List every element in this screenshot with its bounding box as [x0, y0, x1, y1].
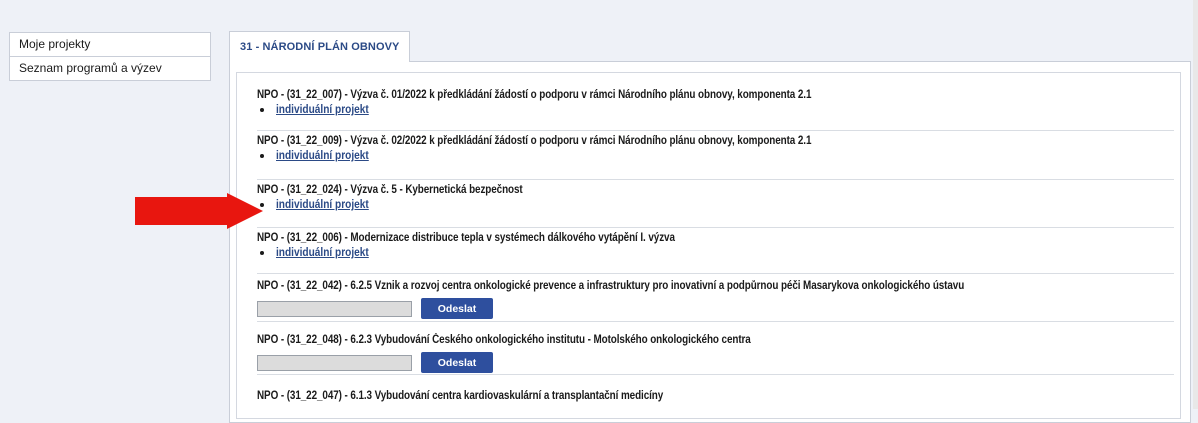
call-title: NPO - (31_22_024) - Výzva č. 5 - Kyberne…	[257, 184, 523, 196]
sidebar-item-my-projects[interactable]: Moje projekty	[10, 33, 210, 56]
send-button[interactable]: Odeslat	[421, 298, 493, 319]
call-row: NPO - (31_22_007) - Výzva č. 01/2022 k p…	[257, 89, 1174, 131]
call-row: NPO - (31_22_024) - Výzva č. 5 - Kyberne…	[257, 184, 1174, 228]
code-input[interactable]	[257, 300, 412, 317]
code-input[interactable]	[257, 354, 412, 371]
call-title: NPO - (31_22_007) - Výzva č. 01/2022 k p…	[257, 89, 812, 101]
call-title: NPO - (31_22_006) - Modernizace distribu…	[257, 232, 675, 244]
scrollbar-track[interactable]	[1193, 0, 1198, 409]
red-arrow-icon	[135, 193, 263, 229]
sidebar-item-programs-calls[interactable]: Seznam programů a výzev	[10, 56, 210, 80]
call-title: NPO - (31_22_047) - 6.1.3 Vybudování cen…	[257, 390, 664, 402]
bullet-icon	[260, 108, 264, 112]
send-button[interactable]: Odeslat	[421, 352, 493, 373]
bullet-icon	[260, 251, 264, 255]
call-row: NPO - (31_22_009) - Výzva č. 02/2022 k p…	[257, 135, 1174, 180]
individual-project-link[interactable]: individuální projekt	[276, 199, 369, 211]
call-title: NPO - (31_22_042) - 6.2.5 Vznik a rozvoj…	[257, 280, 965, 292]
call-row: NPO - (31_22_047) - 6.1.3 Vybudování cen…	[257, 390, 1174, 409]
individual-project-link[interactable]: individuální projekt	[276, 150, 369, 162]
bullet-icon	[260, 154, 264, 158]
tab-npo[interactable]: 31 - NÁRODNÍ PLÁN OBNOVY	[229, 31, 411, 62]
individual-project-link[interactable]: individuální projekt	[276, 247, 369, 259]
call-title: NPO - (31_22_009) - Výzva č. 02/2022 k p…	[257, 135, 812, 147]
call-title: NPO - (31_22_048) - 6.2.3 Vybudování Čes…	[257, 334, 751, 346]
individual-project-link[interactable]: individuální projekt	[276, 104, 369, 116]
call-row: NPO - (31_22_006) - Modernizace distribu…	[257, 232, 1174, 274]
call-row: NPO - (31_22_042) - 6.2.5 Vznik a rozvoj…	[257, 280, 1174, 322]
sidebar: Moje projekty Seznam programů a výzev	[9, 32, 211, 81]
call-row: NPO - (31_22_048) - 6.2.3 Vybudování Čes…	[257, 334, 1174, 375]
